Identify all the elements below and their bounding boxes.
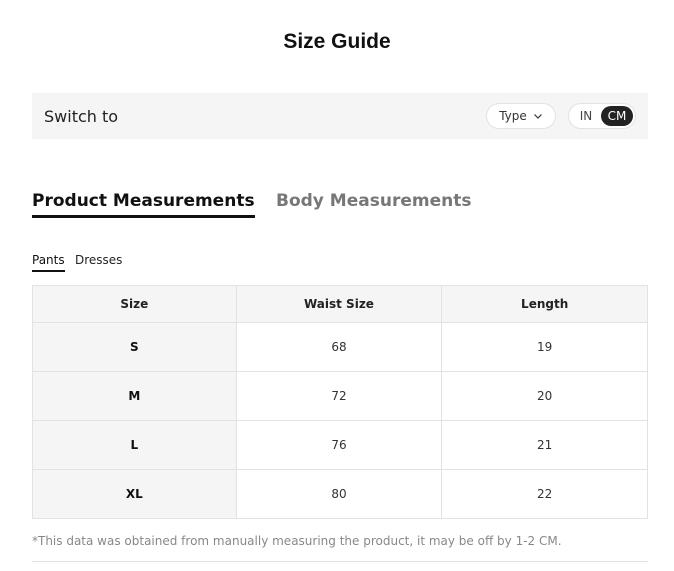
waist-cell: 80 bbox=[235, 469, 443, 519]
table-row: M 72 20 bbox=[32, 371, 648, 421]
size-cell: L bbox=[32, 420, 237, 470]
measurement-footnote: *This data was obtained from manually me… bbox=[32, 534, 562, 548]
waist-cell: 76 bbox=[235, 420, 443, 470]
table-row: XL 80 22 bbox=[32, 469, 648, 519]
length-cell: 21 bbox=[441, 420, 648, 470]
tab-body-measurements[interactable]: Body Measurements bbox=[276, 191, 471, 215]
table-row: S 68 19 bbox=[32, 322, 648, 372]
divider bbox=[32, 561, 648, 562]
tab-product-measurements[interactable]: Product Measurements bbox=[32, 191, 255, 218]
size-cell: XL bbox=[32, 469, 237, 519]
type-dropdown-label: Type bbox=[499, 109, 527, 123]
switch-label: Switch to bbox=[44, 106, 119, 126]
size-cell: S bbox=[32, 322, 237, 372]
header-size: Size bbox=[32, 285, 237, 323]
header-length: Length bbox=[441, 285, 648, 323]
unit-toggle[interactable]: IN CM bbox=[568, 103, 636, 129]
length-cell: 20 bbox=[441, 371, 648, 421]
unit-option-in[interactable]: IN bbox=[571, 109, 601, 123]
size-table: Size Waist Size Length S 68 19 M 72 20 L… bbox=[32, 285, 648, 519]
waist-cell: 72 bbox=[235, 371, 443, 421]
waist-cell: 68 bbox=[235, 322, 443, 372]
length-cell: 22 bbox=[441, 469, 648, 519]
table-row: L 76 21 bbox=[32, 420, 648, 470]
type-dropdown[interactable]: Type bbox=[486, 103, 556, 129]
header-waist-size: Waist Size bbox=[235, 285, 443, 323]
page-title: Size Guide bbox=[283, 30, 391, 53]
subtab-pants[interactable]: Pants bbox=[32, 253, 65, 272]
length-cell: 19 bbox=[441, 322, 648, 372]
chevron-down-icon bbox=[533, 114, 542, 119]
unit-switch-bar: Switch to Type IN CM bbox=[32, 93, 648, 139]
unit-option-cm[interactable]: CM bbox=[601, 106, 633, 126]
subtab-dresses[interactable]: Dresses bbox=[75, 253, 122, 270]
table-header-row: Size Waist Size Length bbox=[32, 285, 648, 323]
size-cell: M bbox=[32, 371, 237, 421]
